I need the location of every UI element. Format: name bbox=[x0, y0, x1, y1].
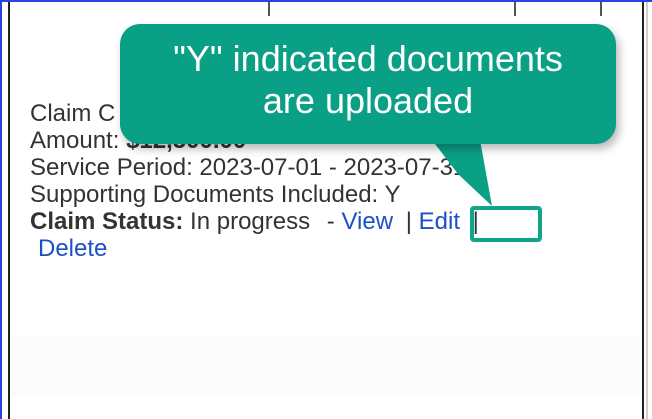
left-dark-border bbox=[8, 2, 10, 419]
claim-title-fragment: Claim C bbox=[30, 100, 116, 127]
callout-line-1: "Y" indicated documents bbox=[173, 38, 563, 79]
service-period-value: 2023-07-01 - 2023-07-31 bbox=[199, 154, 467, 181]
callout-line-2: are uploaded bbox=[262, 80, 474, 121]
claim-status-value: In progress bbox=[190, 208, 311, 235]
right-dark-border bbox=[642, 2, 644, 419]
screenshot-frame: Claim C Amount: $12,500.00 Service Perio… bbox=[0, 0, 652, 419]
supporting-documents-row: Supporting Documents Included: Y bbox=[30, 181, 630, 208]
amount-label: Amount: bbox=[30, 127, 120, 154]
supporting-documents-label: Supporting Documents Included: bbox=[30, 181, 379, 208]
cut-separator-tick bbox=[600, 2, 602, 16]
supporting-documents-value: Y bbox=[384, 181, 401, 208]
link-separator: | bbox=[405, 208, 412, 235]
left-blue-border bbox=[0, 0, 2, 419]
annotation-highlight-box bbox=[470, 206, 542, 242]
cut-off-previous-row bbox=[30, 2, 610, 16]
cut-separator-tick bbox=[514, 2, 516, 16]
view-link[interactable]: View bbox=[341, 208, 393, 235]
cut-separator-tick bbox=[268, 2, 270, 16]
edit-link[interactable]: Edit bbox=[419, 208, 460, 235]
service-period-row: Service Period: 2023-07-01 - 2023-07-31 bbox=[30, 154, 630, 181]
delete-link[interactable]: Delete bbox=[38, 235, 107, 262]
right-gray-border bbox=[646, 2, 648, 419]
annotation-callout-text: "Y" indicated documents are uploaded bbox=[120, 38, 616, 122]
service-period-label: Service Period: bbox=[30, 154, 193, 181]
lower-background-band bbox=[12, 336, 640, 396]
status-dash: - bbox=[326, 208, 335, 235]
annotation-callout: "Y" indicated documents are uploaded bbox=[120, 24, 616, 144]
claim-status-label: Claim Status: bbox=[30, 208, 184, 235]
